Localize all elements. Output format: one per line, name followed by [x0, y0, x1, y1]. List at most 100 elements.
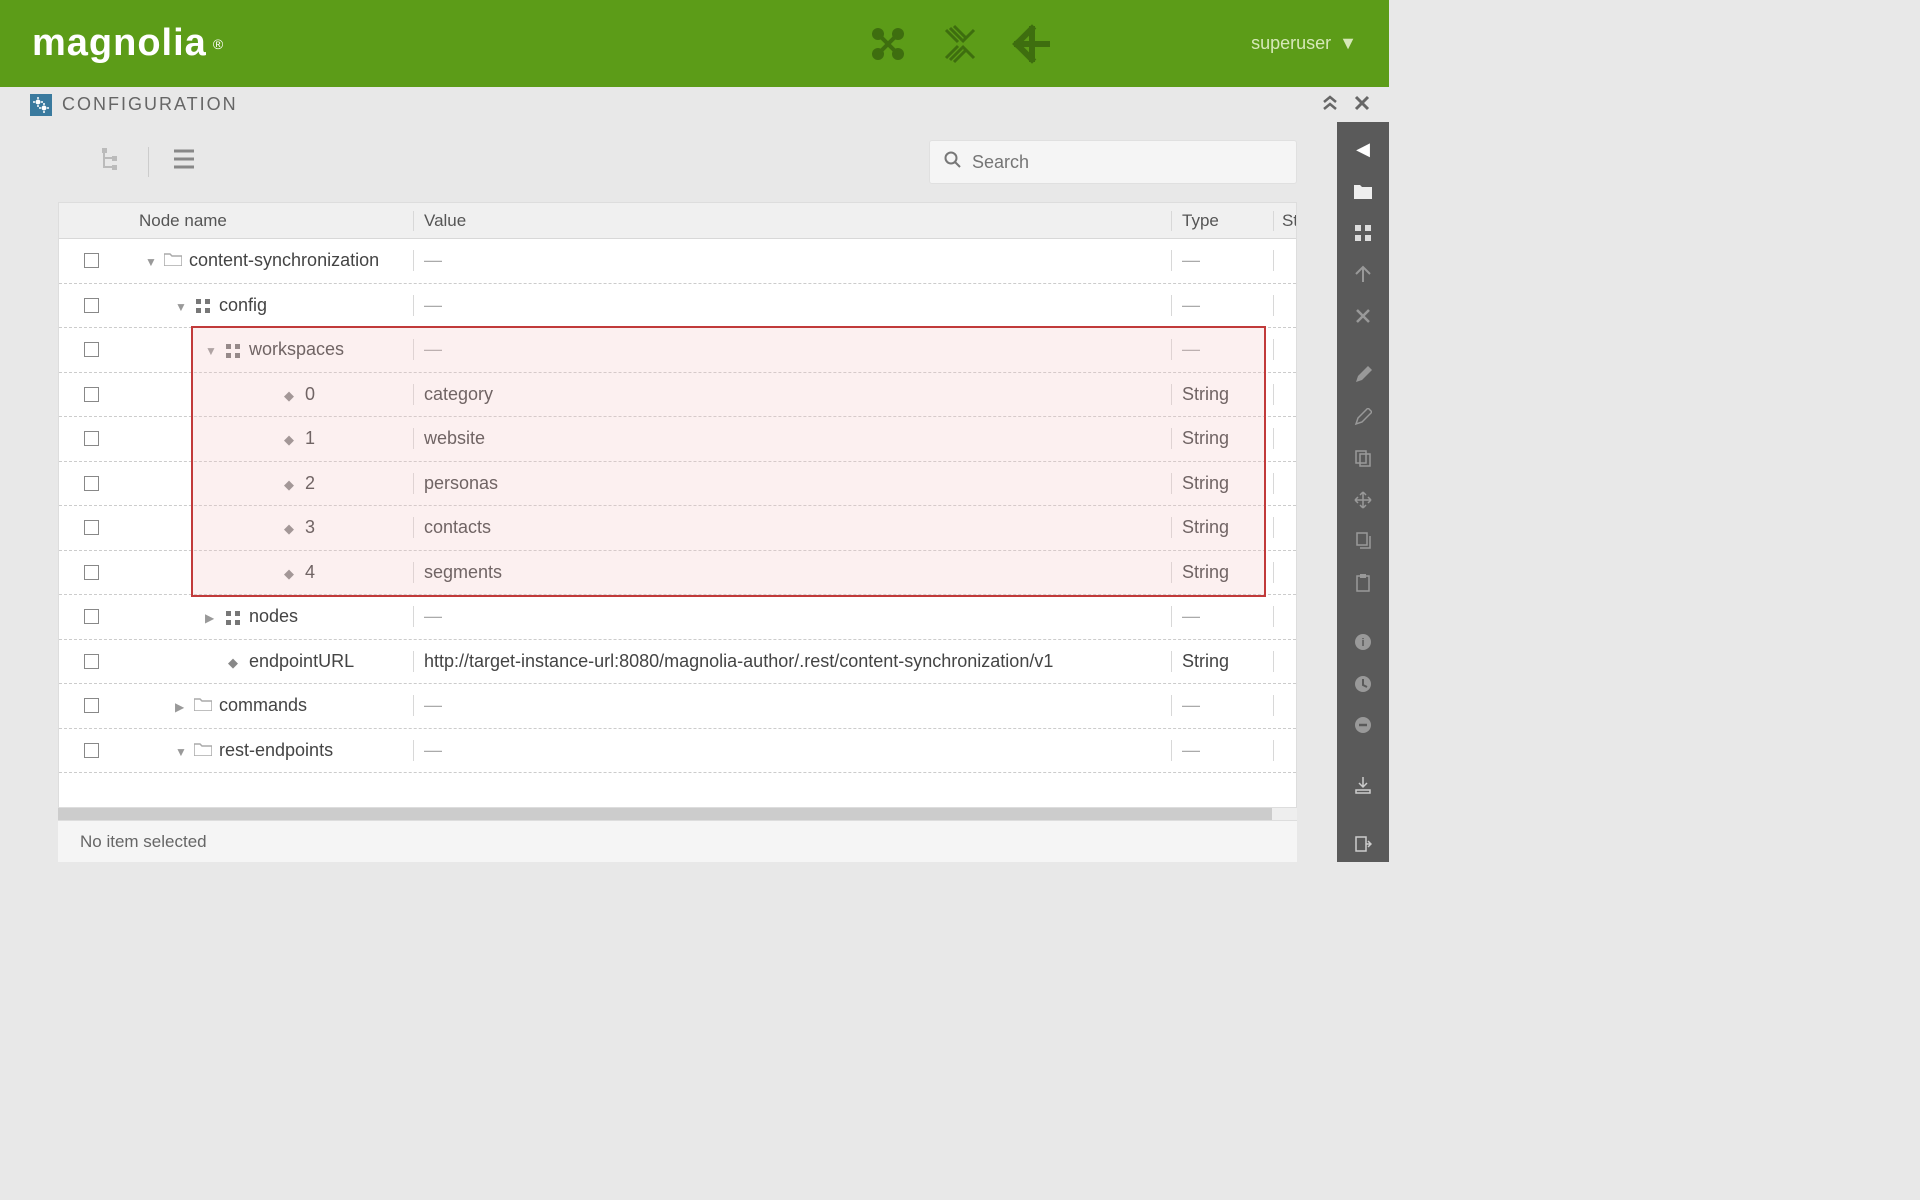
- node-name: 1: [305, 428, 315, 448]
- table-row[interactable]: ▼config——: [59, 284, 1296, 329]
- chevron-down-icon[interactable]: ▼: [175, 745, 189, 759]
- export-icon[interactable]: [1347, 831, 1379, 859]
- info-icon[interactable]: i: [1347, 629, 1379, 657]
- folder-icon: [193, 695, 213, 716]
- activate-icon[interactable]: [1347, 670, 1379, 698]
- row-checkbox[interactable]: [84, 565, 99, 580]
- pulse-icon[interactable]: [938, 22, 982, 66]
- search-input[interactable]: [972, 152, 1282, 173]
- close-icon[interactable]: [1353, 92, 1371, 118]
- table-row[interactable]: ◆3contactsString: [59, 506, 1296, 551]
- brand-logo[interactable]: magnolia®: [32, 22, 223, 65]
- node-name: config: [219, 295, 267, 315]
- chevron-down-icon[interactable]: ▼: [175, 300, 189, 314]
- node-type: String: [1172, 473, 1274, 494]
- table-row[interactable]: ▼content-synchronization——: [59, 239, 1296, 284]
- property-icon: ◆: [279, 388, 299, 404]
- node-value: —: [414, 250, 1172, 271]
- node-value: http://target-instance-url:8080/magnolia…: [414, 651, 1172, 672]
- table-row[interactable]: ◆2personasString: [59, 462, 1296, 507]
- deactivate-icon[interactable]: [1347, 712, 1379, 740]
- svg-text:i: i: [1361, 637, 1364, 649]
- node-type: String: [1172, 562, 1274, 583]
- node-name: 3: [305, 517, 315, 537]
- col-type[interactable]: Type: [1172, 211, 1274, 231]
- import-icon[interactable]: [1347, 771, 1379, 799]
- property-icon: ◆: [223, 655, 243, 671]
- table-row[interactable]: ▼workspaces——: [59, 328, 1296, 373]
- node-type: —: [1172, 695, 1274, 716]
- horizontal-scrollbar[interactable]: [58, 808, 1297, 820]
- row-checkbox[interactable]: [84, 476, 99, 491]
- table-row[interactable]: ◆endpointURLhttp://target-instance-url:8…: [59, 640, 1296, 685]
- view-toggle: [100, 146, 197, 179]
- delete-icon[interactable]: [1347, 302, 1379, 330]
- node-type: —: [1172, 339, 1274, 360]
- add-property-icon[interactable]: [1347, 261, 1379, 289]
- chevron-down-icon: ▼: [1339, 33, 1357, 54]
- rename-icon[interactable]: [1347, 403, 1379, 431]
- config-icon: [30, 94, 52, 116]
- node-value: segments: [414, 562, 1172, 583]
- table-row[interactable]: ▶nodes——: [59, 595, 1296, 640]
- col-status[interactable]: St: [1274, 211, 1296, 231]
- node-type: String: [1172, 517, 1274, 538]
- collapse-icon[interactable]: [1321, 92, 1339, 118]
- table-row[interactable]: ▶ commands ——: [59, 684, 1296, 729]
- node-name: 4: [305, 562, 315, 582]
- node-value: —: [414, 695, 1172, 716]
- row-checkbox[interactable]: [84, 520, 99, 535]
- node-value: contacts: [414, 517, 1172, 538]
- table-row[interactable]: ◆4segmentsString: [59, 551, 1296, 596]
- row-checkbox[interactable]: [84, 342, 99, 357]
- list-view-icon[interactable]: [171, 146, 197, 179]
- row-checkbox[interactable]: [84, 609, 99, 624]
- paste-icon[interactable]: [1347, 569, 1379, 597]
- node-name: rest-endpoints: [219, 740, 333, 760]
- node-type: String: [1172, 428, 1274, 449]
- node-value: —: [414, 295, 1172, 316]
- favorites-icon[interactable]: [1010, 22, 1054, 66]
- col-name[interactable]: Node name: [123, 211, 414, 231]
- duplicate-icon[interactable]: [1347, 445, 1379, 473]
- apps-icon[interactable]: [866, 22, 910, 66]
- user-menu[interactable]: superuser ▼: [1251, 33, 1357, 54]
- search-icon: [944, 151, 962, 174]
- tree-view-icon[interactable]: [100, 146, 126, 179]
- row-checkbox[interactable]: [84, 431, 99, 446]
- chevron-down-icon[interactable]: ▼: [205, 344, 219, 358]
- row-checkbox[interactable]: [84, 387, 99, 402]
- node-value: category: [414, 384, 1172, 405]
- table-header: Node name Value Type St: [59, 203, 1296, 239]
- copy-icon[interactable]: [1347, 528, 1379, 556]
- add-content-icon[interactable]: [1347, 219, 1379, 247]
- expand-sidebar-icon[interactable]: ◀: [1347, 136, 1379, 164]
- chevron-down-icon[interactable]: ▼: [145, 255, 159, 269]
- table-row[interactable]: ◆0categoryString: [59, 373, 1296, 418]
- node-type: String: [1172, 651, 1274, 672]
- node-name: commands: [219, 695, 307, 715]
- content-panel: Node name Value Type St ▼content-synchro…: [0, 122, 1337, 862]
- page-title: CONFIGURATION: [62, 94, 238, 115]
- table-row[interactable]: ◆1websiteString: [59, 417, 1296, 462]
- node-name: nodes: [249, 606, 298, 626]
- chevron-right-icon[interactable]: ▶: [175, 700, 189, 714]
- user-name: superuser: [1251, 33, 1331, 54]
- add-folder-icon[interactable]: [1347, 178, 1379, 206]
- table-row[interactable]: ▼rest-endpoints——: [59, 729, 1296, 774]
- edit-icon[interactable]: [1347, 362, 1379, 390]
- header-center-icons: [866, 22, 1054, 66]
- chevron-right-icon[interactable]: ▶: [205, 611, 219, 625]
- row-checkbox[interactable]: [84, 298, 99, 313]
- row-checkbox[interactable]: [84, 698, 99, 713]
- row-checkbox[interactable]: [84, 654, 99, 669]
- row-checkbox[interactable]: [84, 743, 99, 758]
- row-checkbox[interactable]: [84, 253, 99, 268]
- property-icon: ◆: [279, 477, 299, 493]
- move-icon[interactable]: [1347, 486, 1379, 514]
- node-value: personas: [414, 473, 1172, 494]
- col-value[interactable]: Value: [414, 211, 1172, 231]
- divider: [148, 147, 149, 177]
- tree-body[interactable]: ▼content-synchronization——▼config——▼work…: [59, 239, 1296, 807]
- search-box[interactable]: [929, 140, 1297, 184]
